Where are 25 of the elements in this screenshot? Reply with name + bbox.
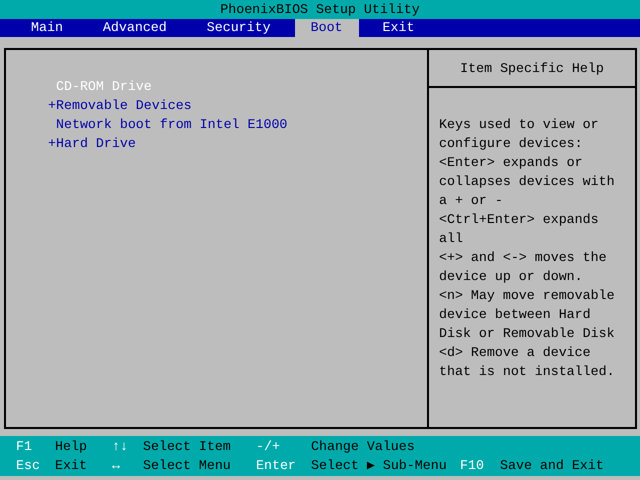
menu-tab[interactable]: Security (190, 19, 287, 37)
menu-tab[interactable]: Exit (366, 19, 430, 37)
shortcut-action: Save and Exit (500, 457, 605, 475)
shortcut-key: ↑↓ (112, 437, 143, 456)
boot-device-item[interactable]: +Removable Devices (48, 96, 192, 115)
shortcut-key: Esc (16, 456, 55, 475)
shortcut-action: Change Values (311, 438, 416, 456)
shortcut-key: Enter (256, 456, 311, 475)
window-title: PhoenixBIOS Setup Utility (220, 1, 420, 19)
shortcut-action: Help (55, 438, 88, 456)
shortcut-action: Select Item (143, 438, 232, 456)
shortcut-action: Exit (55, 457, 88, 475)
shortcut-key: F10 (460, 456, 500, 475)
shortcut-action: Select ▶ Sub-Menu (311, 457, 448, 475)
shortcut-key: F1 (16, 437, 55, 456)
boot-device-item[interactable]: Network boot from Intel E1000 (48, 115, 288, 134)
help-title: Item Specific Help (460, 60, 604, 78)
shortcut-key: ↔ (112, 456, 143, 475)
boot-device-item[interactable]: +Hard Drive (48, 134, 136, 153)
menu-tab[interactable]: Main (15, 19, 79, 37)
menu-tab[interactable]: Boot (294, 19, 359, 37)
shortcut-action: Select Menu (143, 457, 232, 475)
help-text: Keys used to view or configure devices: <Enter> expands or collapses devices with a + or - <Ctrl+Enter> expands all <+> and <-> moves the device up or down. <n> May move removable device between Hard Disk or Removable Disk <d> Remove a device that is not installed. (438, 116, 616, 381)
menu-tab[interactable]: Advanced (86, 19, 183, 37)
shortcut-key: -/+ (256, 437, 311, 456)
